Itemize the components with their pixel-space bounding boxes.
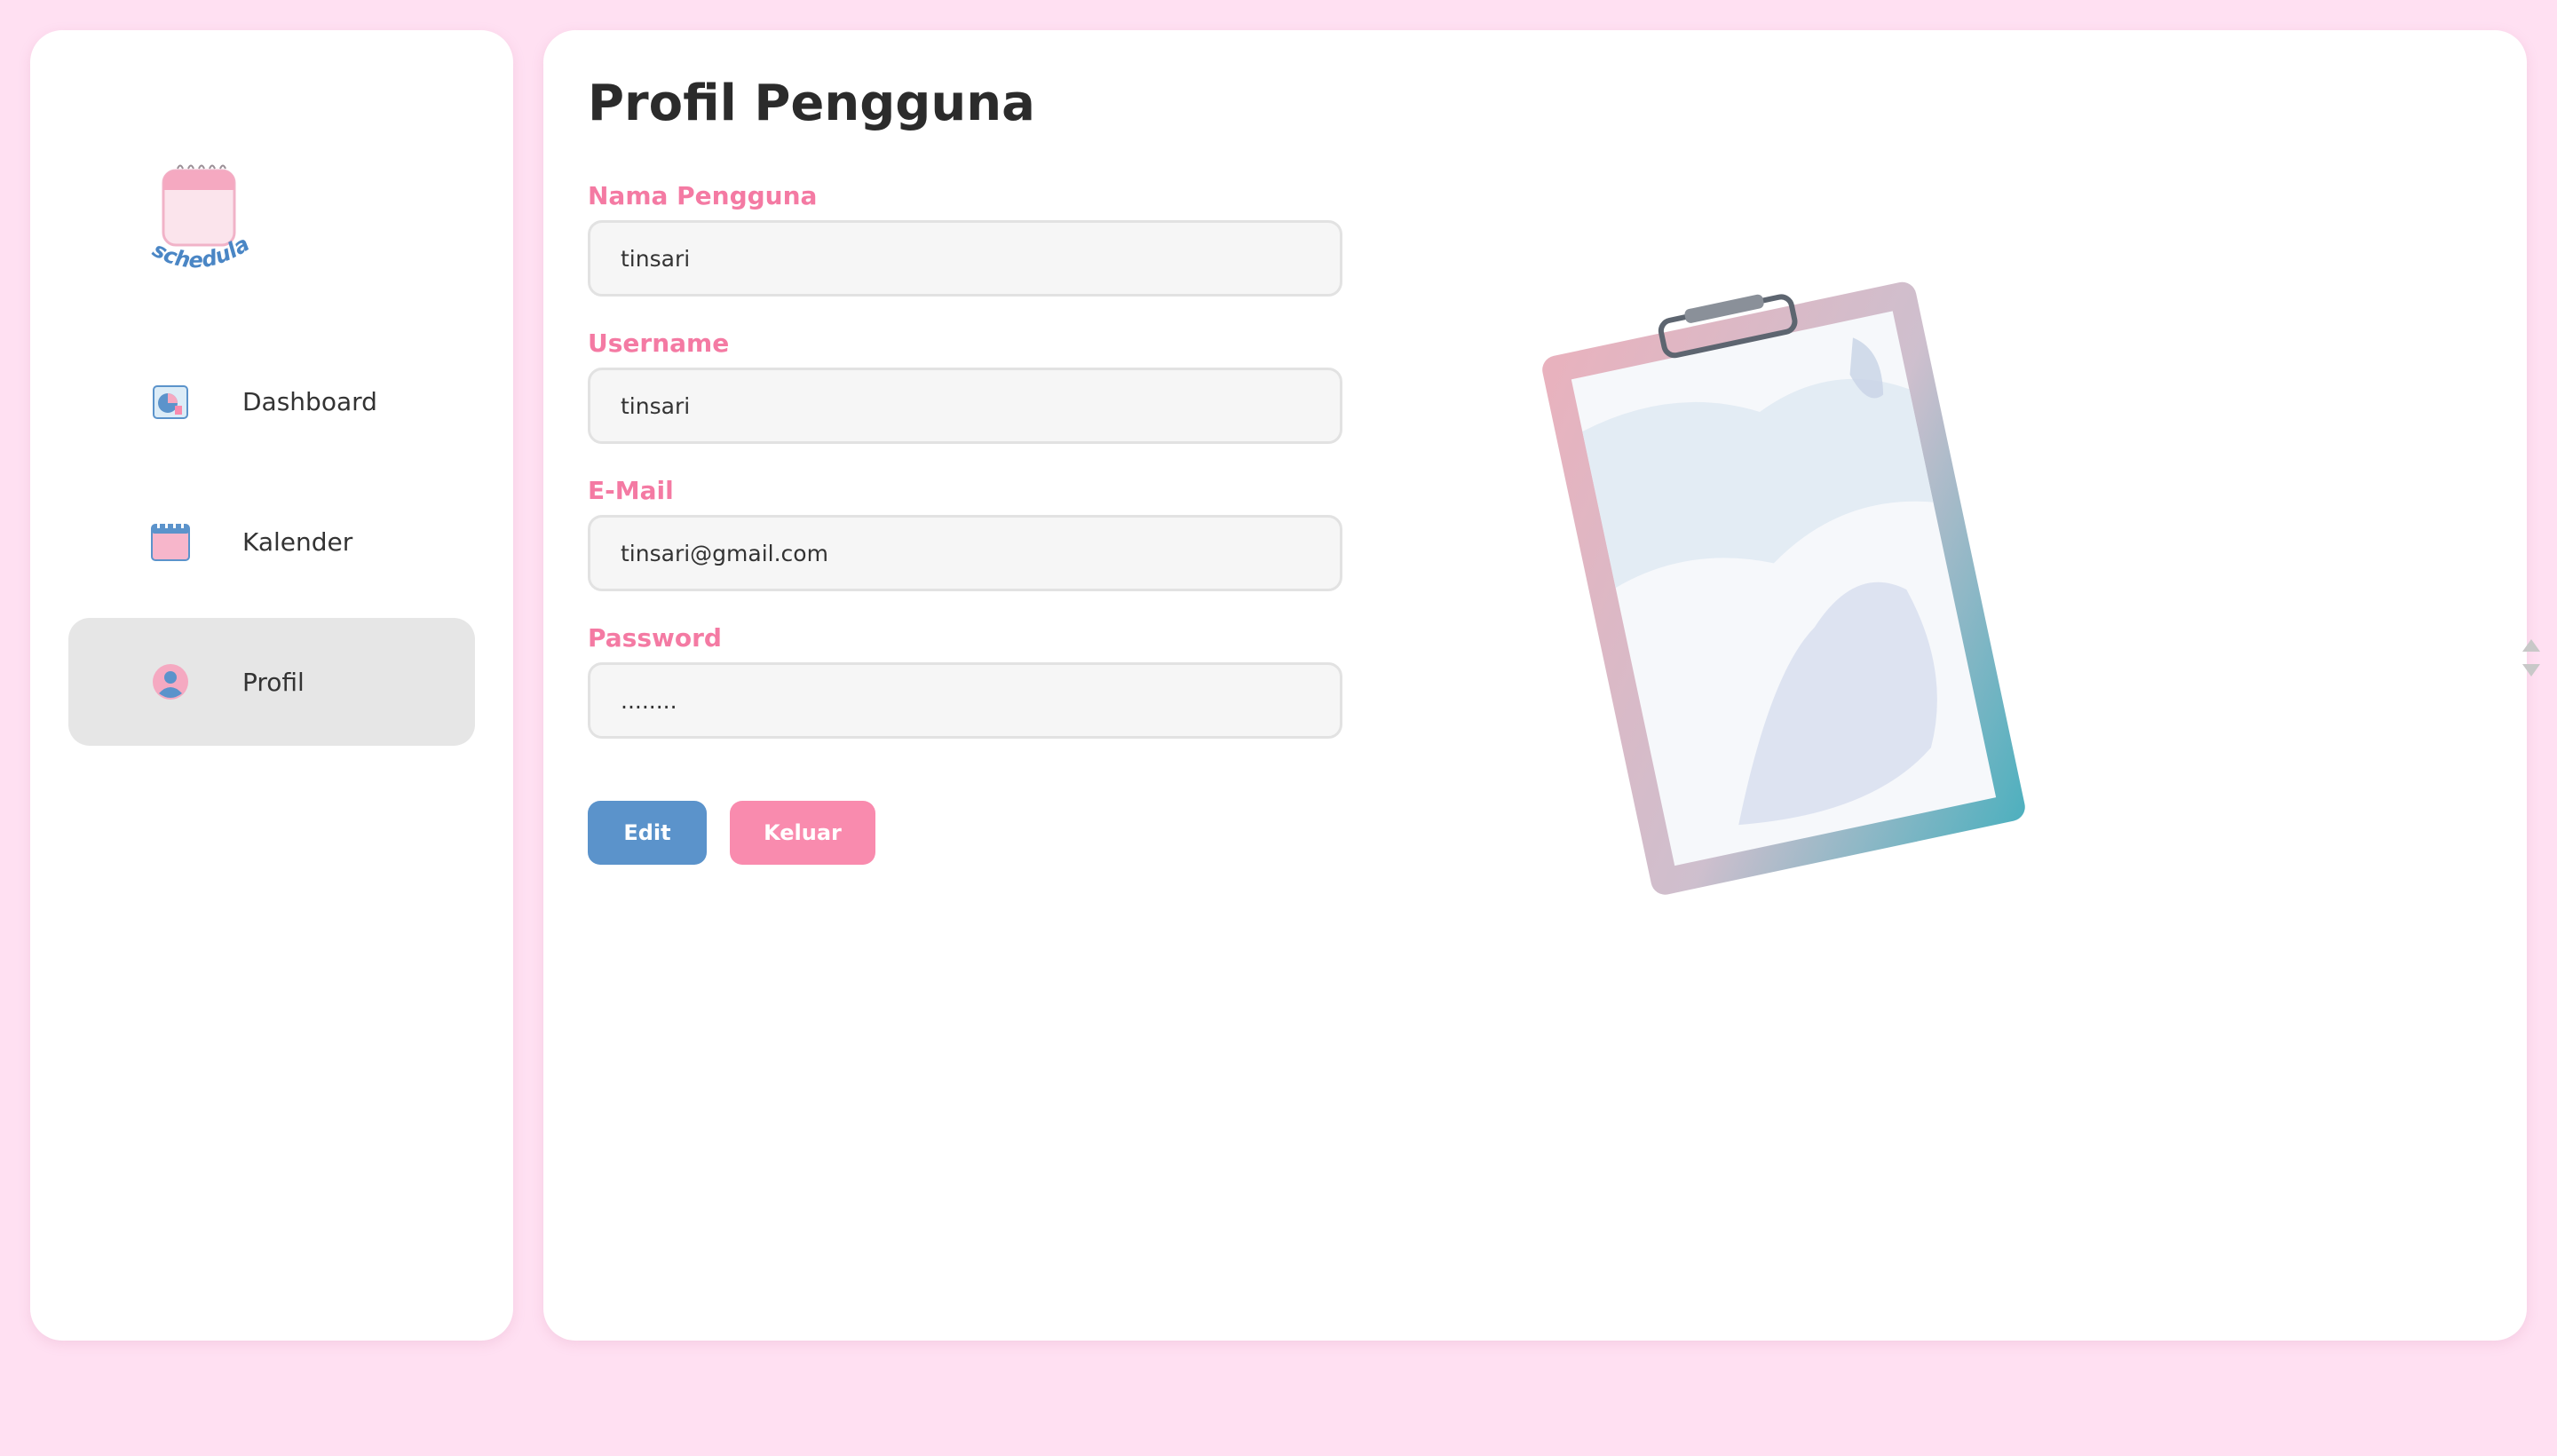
- clipboard-illustration: [1542, 281, 2025, 895]
- edit-button[interactable]: Edit: [588, 801, 707, 865]
- password-label: Password: [588, 623, 722, 653]
- dashboard-icon: [153, 385, 188, 419]
- sidebar-item-label: Kalender: [242, 526, 353, 557]
- user-icon: [153, 664, 188, 700]
- profile-panel: Profil Pengguna Nama Pengguna Username E…: [543, 30, 2527, 1341]
- nama-pengguna-label: Nama Pengguna: [588, 181, 818, 210]
- schedula-logo[interactable]: schedula: [119, 137, 279, 297]
- email-label: E-Mail: [588, 476, 674, 505]
- username-input[interactable]: [588, 368, 1342, 444]
- sidebar-item-label: Profil: [242, 667, 305, 697]
- scroll-arrows-icon[interactable]: [2518, 636, 2545, 680]
- sidebar-item-dashboard[interactable]: Dashboard: [68, 337, 475, 465]
- password-input[interactable]: [588, 662, 1342, 739]
- page-title: Profil Pengguna: [588, 75, 1035, 132]
- nama-pengguna-input[interactable]: [588, 220, 1342, 297]
- logout-button[interactable]: Keluar: [730, 801, 875, 865]
- sidebar: schedula Dashboard Kalender Profil: [30, 30, 513, 1341]
- sidebar-item-profil[interactable]: Profil: [68, 618, 475, 746]
- sidebar-item-label: Dashboard: [242, 386, 377, 416]
- sidebar-item-kalender[interactable]: Kalender: [68, 478, 475, 605]
- calendar-logo-icon: schedula: [148, 164, 254, 273]
- calendar-icon: [151, 522, 190, 561]
- email-input[interactable]: [588, 515, 1342, 591]
- username-label: Username: [588, 328, 730, 358]
